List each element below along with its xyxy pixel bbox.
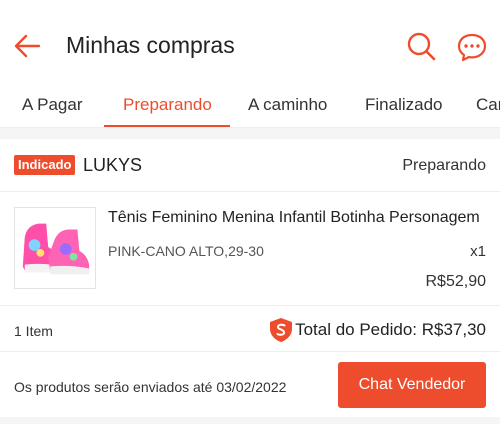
tab-a-caminho[interactable]: A caminho [248, 95, 327, 115]
arrow-left-icon[interactable] [12, 30, 44, 62]
tab-finalizado[interactable]: Finalizado [365, 95, 443, 115]
chat-bubble-icon[interactable] [456, 32, 488, 62]
divider [0, 191, 500, 192]
product-thumbnail[interactable] [14, 207, 96, 289]
item-count: 1 Item [14, 323, 53, 339]
divider [0, 351, 500, 352]
app-header: Minhas compras [0, 0, 500, 84]
chat-seller-button[interactable]: Chat Vendedor [338, 362, 486, 408]
tab-a-pagar[interactable]: A Pagar [22, 95, 83, 115]
tab-cancelado[interactable]: Cancelado [476, 95, 500, 115]
order-status-tabs: A Pagar Preparando A caminho Finalizado … [0, 84, 500, 128]
divider [0, 305, 500, 306]
product-quantity: x1 [470, 243, 486, 260]
product-name[interactable]: Tênis Feminino Menina Infantil Botinha P… [108, 209, 488, 227]
order-card[interactable]: Indicado LUKYS Preparando Tênis Feminino… [0, 139, 500, 417]
tab-preparando[interactable]: Preparando [123, 95, 212, 115]
order-status: Preparando [402, 157, 486, 174]
shield-guarantee-icon [270, 318, 292, 342]
shop-name[interactable]: LUKYS [83, 155, 142, 176]
active-tab-indicator [104, 125, 230, 127]
search-icon[interactable] [406, 31, 436, 61]
order-total: Total do Pedido: R$37,30 [295, 320, 486, 339]
shipping-note: Os produtos serão enviados até 03/02/202… [14, 379, 287, 395]
product-price: R$52,90 [425, 273, 487, 290]
product-variant: PINK-CANO ALTO,29-30 [108, 243, 264, 259]
page-title: Minhas compras [66, 32, 235, 58]
indicated-badge: Indicado [14, 155, 76, 175]
